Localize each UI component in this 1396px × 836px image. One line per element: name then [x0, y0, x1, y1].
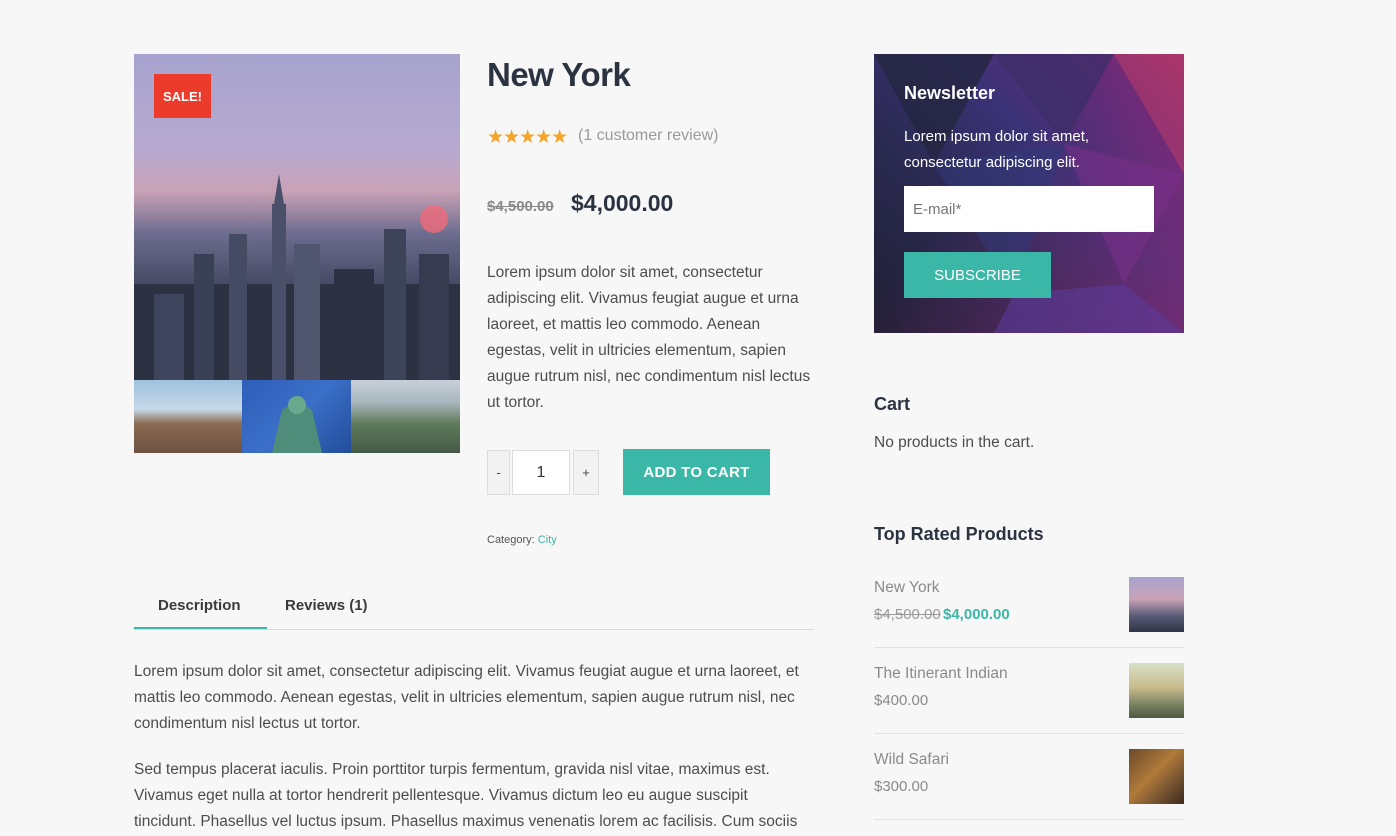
- subscribe-button[interactable]: SUBSCRIBE: [904, 252, 1051, 298]
- sale-price: $4,000.00: [571, 190, 674, 216]
- category-label: Category:: [487, 534, 535, 546]
- add-to-cart-button[interactable]: ADD TO CART: [623, 449, 770, 495]
- top-rated-item-old-price: $4,500.00: [874, 606, 941, 623]
- newsletter-text: Lorem ipsum dolor sit amet, consectetur …: [904, 128, 1090, 171]
- gallery-thumbnail-2[interactable]: [242, 380, 351, 453]
- newsletter-email-input[interactable]: [904, 186, 1154, 232]
- gallery-thumbnail-1[interactable]: [134, 380, 242, 453]
- sale-badge: SALE!: [154, 74, 211, 118]
- category-link[interactable]: City: [538, 534, 557, 546]
- list-divider: [874, 733, 1184, 734]
- product-category: Category: City: [487, 534, 557, 546]
- top-rated-item-price: $400.00: [874, 692, 929, 709]
- description-paragraph-2: Sed tempus placerat iaculis. Proin portt…: [134, 761, 798, 830]
- list-divider: [874, 819, 1184, 820]
- product-title: New York: [487, 56, 631, 93]
- customer-review-link[interactable]: (1 customer review): [578, 127, 718, 145]
- quantity-input[interactable]: [512, 450, 570, 495]
- cart-empty-message: No products in the cart.: [874, 434, 1035, 451]
- top-rated-item-name[interactable]: New York: [874, 579, 939, 597]
- tab-description[interactable]: Description: [158, 597, 241, 614]
- short-description: Lorem ipsum dolor sit amet, consectetur …: [487, 264, 811, 411]
- top-rated-item-thumbnail[interactable]: [1129, 577, 1184, 632]
- newsletter-title: Newsletter: [904, 83, 996, 103]
- top-rated-item-price: $300.00: [874, 778, 929, 795]
- top-rated-item-thumbnail[interactable]: [1129, 663, 1184, 718]
- rating-stars-icon: ★★★★★: [487, 127, 568, 148]
- cart-widget-title: Cart: [874, 394, 911, 414]
- gallery-thumbnail-3[interactable]: [351, 380, 460, 453]
- quantity-decrease-button[interactable]: -: [487, 450, 510, 495]
- old-price: $4,500.00: [487, 198, 554, 215]
- top-rated-widget-title: Top Rated Products: [874, 524, 1044, 544]
- top-rated-item-name[interactable]: The Itinerant Indian: [874, 665, 1008, 683]
- tab-reviews[interactable]: Reviews (1): [285, 597, 368, 614]
- list-divider: [874, 647, 1184, 648]
- top-rated-item-name[interactable]: Wild Safari: [874, 751, 949, 769]
- statue-of-liberty-illustration: [272, 396, 322, 453]
- quantity-increase-button[interactable]: +: [573, 450, 599, 495]
- top-rated-item-price: $4,000.00: [943, 606, 1010, 623]
- top-rated-item-thumbnail[interactable]: [1129, 749, 1184, 804]
- tab-divider: [134, 629, 814, 630]
- description-paragraph-1: Lorem ipsum dolor sit amet, consectetur …: [134, 663, 799, 732]
